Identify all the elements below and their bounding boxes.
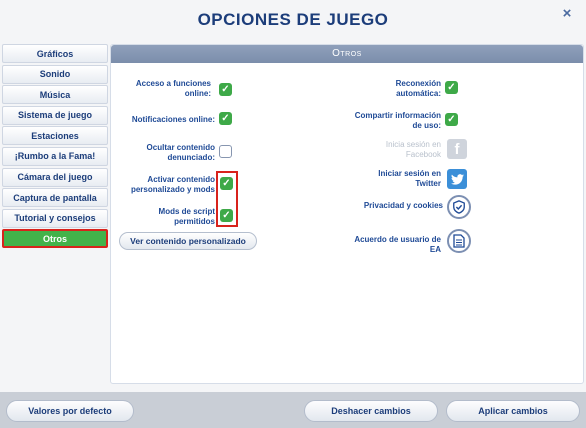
nav-item-camara-del-juego[interactable]: Cámara del juego: [2, 167, 108, 187]
twitter-icon[interactable]: [447, 169, 467, 189]
custom-content-option: Activar contenido personalizado y mods: [115, 175, 215, 195]
share-usage-label-line2: de uso:: [412, 121, 441, 130]
eula-label-line1: Acuerdo de usuario de: [354, 235, 441, 244]
eula-option: Acuerdo de usuario de EA: [333, 235, 441, 255]
auto-reconnect-option: Reconexión automática:: [337, 79, 441, 99]
script-mods-label-line1: Mods de script: [158, 207, 215, 216]
shield-check-glyph: [453, 200, 465, 214]
document-icon[interactable]: [447, 229, 471, 253]
facebook-login-label-line1: Inicia sesión en: [385, 140, 441, 149]
share-usage-label-line1: Compartir información: [354, 111, 441, 120]
options-sidebar: Gráficos Sonido Música Sistema de juego …: [2, 44, 108, 250]
online-notifications-label: Notificaciones online:: [131, 115, 215, 124]
script-mods-option: Mods de script permitidos: [119, 207, 215, 227]
nav-item-sonido[interactable]: Sonido: [2, 64, 108, 84]
nav-item-captura-de-pantalla[interactable]: Captura de pantalla: [2, 188, 108, 208]
auto-reconnect-label-line1: Reconexión: [395, 79, 441, 88]
nav-item-otros[interactable]: Otros: [2, 229, 108, 249]
custom-content-label-line1: Activar contenido: [147, 175, 215, 184]
hide-reported-label-line1: Ocultar contenido: [146, 143, 215, 152]
privacy-label: Privacidad y cookies: [363, 201, 443, 210]
auto-reconnect-checkbox[interactable]: ✓: [445, 81, 458, 94]
twitter-bird-icon: [450, 173, 464, 185]
facebook-icon[interactable]: f: [447, 139, 467, 159]
share-usage-checkbox[interactable]: ✓: [445, 113, 458, 126]
hide-reported-label-line2: denunciado:: [167, 153, 215, 162]
script-mods-label-line2: permitidos: [174, 217, 215, 226]
online-access-label-line2: online:: [184, 89, 211, 98]
online-notifications-checkbox[interactable]: ✓: [219, 112, 232, 125]
privacy-option: Privacidad y cookies: [343, 201, 443, 211]
online-access-checkbox[interactable]: ✓: [219, 83, 232, 96]
facebook-login-label-line2: Facebook: [405, 150, 441, 159]
apply-changes-button[interactable]: Aplicar cambios: [446, 400, 580, 422]
document-glyph: [453, 234, 465, 248]
nav-item-tutorial-y-consejos[interactable]: Tutorial y consejos: [2, 208, 108, 228]
highlight-box-custom-content: [216, 171, 238, 227]
twitter-login-option: Iniciar sesión en Twitter: [343, 169, 441, 189]
twitter-login-label-line1: Iniciar sesión en: [378, 169, 441, 178]
undo-changes-button[interactable]: Deshacer cambios: [304, 400, 438, 422]
nav-item-musica[interactable]: Música: [2, 85, 108, 105]
auto-reconnect-label-line2: automática:: [396, 89, 441, 98]
nav-item-graficos[interactable]: Gráficos: [2, 44, 108, 63]
hide-reported-option: Ocultar contenido denunciado:: [119, 143, 215, 163]
share-usage-option: Compartir información de uso:: [333, 111, 441, 131]
online-access-option: Acceso a funciones online:: [119, 79, 211, 99]
options-panel: Otros Acceso a funciones online: ✓ Notif…: [110, 44, 584, 384]
nav-item-rumbo-a-la-fama[interactable]: ¡Rumbo a la Fama!: [2, 146, 108, 166]
dialog-title: Opciones de juego: [197, 10, 389, 29]
eula-label-line2: EA: [429, 245, 441, 254]
online-access-label-line1: Acceso a funciones: [135, 79, 211, 88]
online-notifications-option: Notificaciones online:: [119, 115, 215, 125]
nav-item-sistema-de-juego[interactable]: Sistema de juego: [2, 105, 108, 125]
twitter-login-label-line2: Twitter: [415, 179, 441, 188]
defaults-button[interactable]: Valores por defecto: [6, 400, 134, 422]
shield-check-icon[interactable]: [447, 195, 471, 219]
custom-content-label-line2: personalizado y mods: [130, 185, 215, 194]
facebook-login-option: Inicia sesión en Facebook: [347, 140, 441, 160]
view-custom-content-button[interactable]: Ver contenido personalizado: [119, 232, 257, 250]
panel-header: Otros: [111, 45, 583, 63]
nav-item-estaciones[interactable]: Estaciones: [2, 126, 108, 146]
hide-reported-checkbox[interactable]: [219, 145, 232, 158]
close-icon[interactable]: ×: [558, 4, 576, 22]
